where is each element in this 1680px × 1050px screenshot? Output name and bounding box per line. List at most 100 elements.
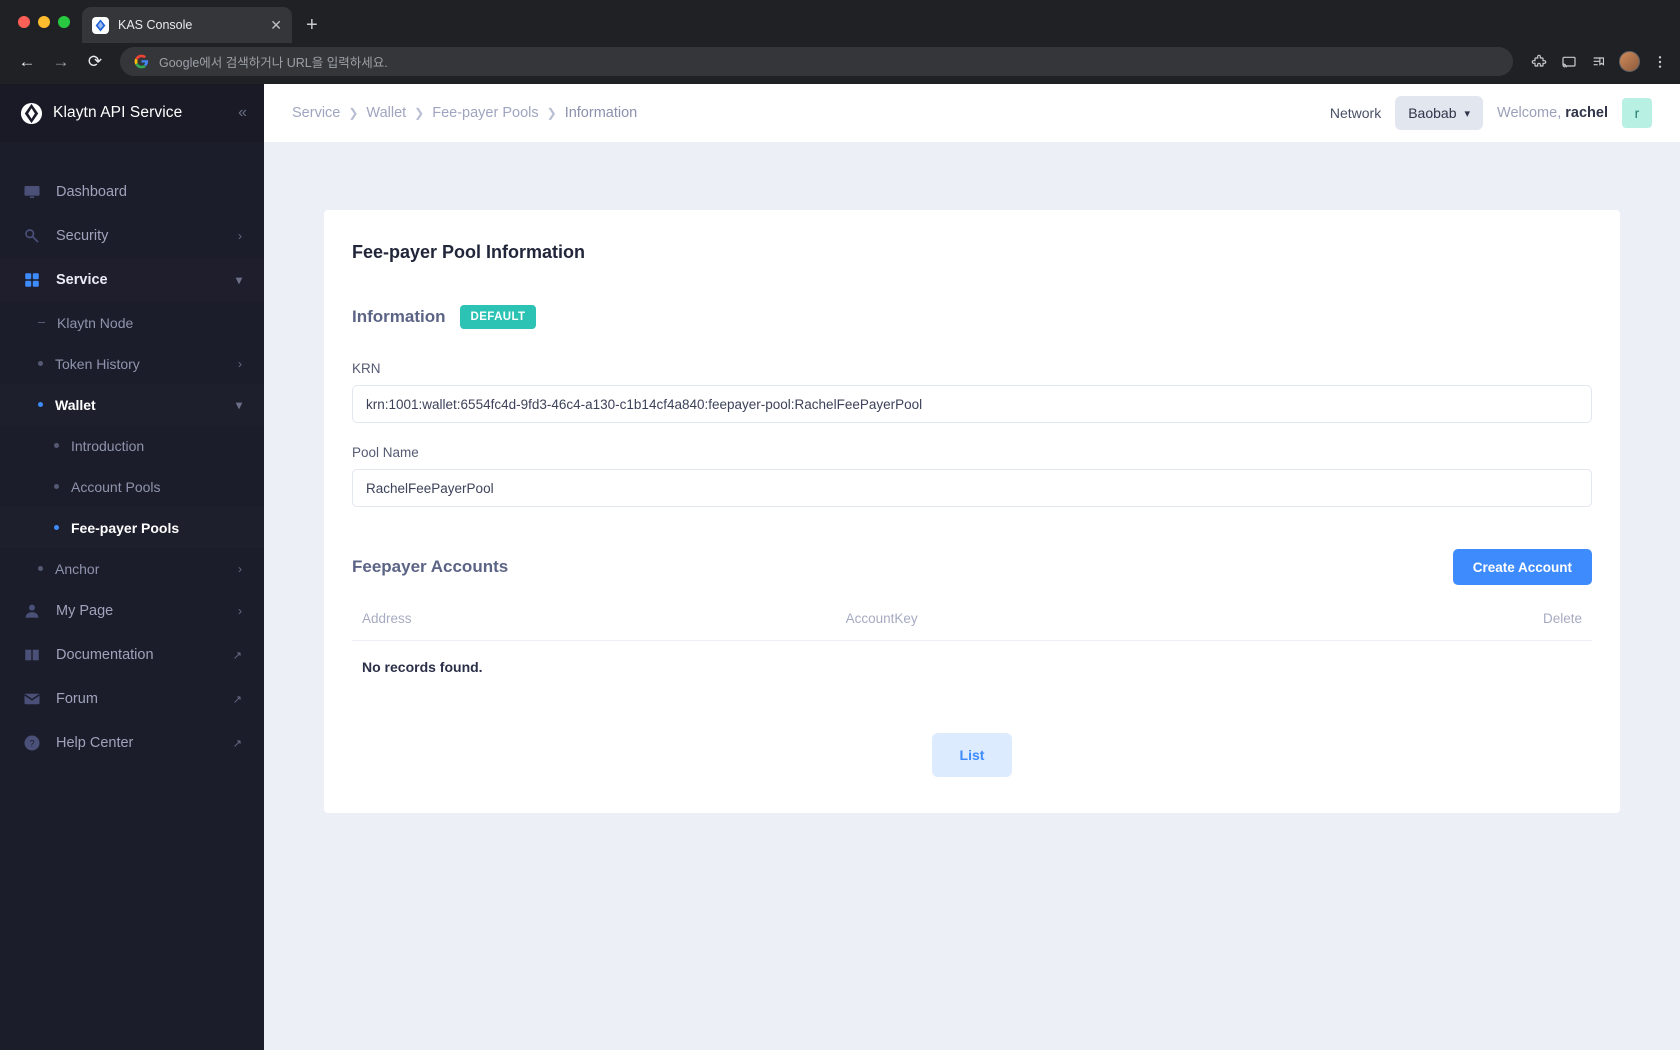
- profile-avatar-icon[interactable]: [1619, 51, 1640, 72]
- content-area: Fee-payer Pool Information Information D…: [264, 142, 1680, 1038]
- brand-header: Klaytn API Service «: [0, 84, 264, 142]
- list-button[interactable]: List: [932, 733, 1012, 777]
- footer: Copyright © 2020 Ground 1. All rights re…: [264, 1038, 1680, 1050]
- sidebar-item-documentation[interactable]: Documentation ↗: [0, 633, 264, 677]
- sidebar-item-label: Fee-payer Pools: [71, 519, 180, 536]
- feepayer-accounts-table: Address AccountKey Delete No records fou…: [352, 605, 1592, 693]
- chevron-right-icon: ›: [238, 356, 242, 371]
- pool-name-input[interactable]: [352, 469, 1592, 507]
- sidebar-item-label: Help Center: [56, 735, 134, 751]
- external-link-icon: ↗: [232, 693, 242, 706]
- sidebar-item-help-center[interactable]: ? Help Center ↗: [0, 721, 264, 765]
- fee-payer-pool-card: Fee-payer Pool Information Information D…: [324, 210, 1620, 813]
- table-header-row: Address AccountKey Delete: [352, 605, 1592, 641]
- create-account-button[interactable]: Create Account: [1452, 549, 1592, 585]
- top-bar-right: Network Baobab ▾ Welcome, rachel r: [1330, 96, 1652, 130]
- chevron-down-icon: ▾: [1464, 107, 1471, 120]
- sidebar-item-service[interactable]: Service ▾: [0, 258, 264, 302]
- sidebar-item-label: Service: [56, 272, 108, 288]
- network-value: Baobab: [1408, 105, 1457, 121]
- main-area: Service ❯ Wallet ❯ Fee-payer Pools ❯ Inf…: [264, 84, 1680, 1050]
- maximize-window-button[interactable]: [58, 15, 70, 28]
- browser-chrome: KAS Console ✕ + ← → ⟳ Google에서 검색하거나 URL…: [0, 0, 1680, 84]
- sidebar-item-label: Token History: [55, 355, 140, 372]
- book-icon: [22, 645, 42, 665]
- sidebar-item-dashboard[interactable]: Dashboard: [0, 170, 264, 214]
- feepayer-accounts-header: Feepayer Accounts Create Account: [352, 549, 1592, 585]
- tab-strip: KAS Console ✕ +: [0, 0, 1680, 43]
- avatar[interactable]: r: [1622, 98, 1652, 128]
- dot-bullet-icon: [38, 402, 43, 407]
- sidebar-item-security[interactable]: Security ›: [0, 214, 264, 258]
- sidebar-item-label: Documentation: [56, 647, 154, 663]
- top-bar: Service ❯ Wallet ❯ Fee-payer Pools ❯ Inf…: [264, 84, 1680, 142]
- welcome-username: rachel: [1565, 105, 1608, 121]
- network-selector[interactable]: Baobab ▾: [1395, 96, 1484, 130]
- chevron-right-icon: ❯: [414, 106, 425, 120]
- dot-bullet-icon: [38, 361, 43, 366]
- sidebar-item-label: Dashboard: [56, 184, 127, 200]
- table-row: No records found.: [352, 641, 1592, 694]
- sidebar-item-introduction[interactable]: Introduction: [0, 425, 264, 466]
- dash-bullet-icon: [38, 321, 45, 324]
- sidebar-item-wallet[interactable]: Wallet ▾: [0, 384, 264, 425]
- breadcrumb-item-wallet[interactable]: Wallet: [366, 105, 406, 121]
- column-header-accountkey: AccountKey: [835, 605, 1431, 641]
- dot-bullet-icon: [54, 443, 59, 448]
- browser-tab[interactable]: KAS Console ✕: [82, 7, 292, 43]
- back-arrow-icon[interactable]: ←: [12, 47, 42, 77]
- google-icon: [134, 54, 149, 69]
- column-header-delete: Delete: [1430, 605, 1592, 641]
- section-title: Information: [352, 307, 446, 326]
- forward-arrow-icon[interactable]: →: [46, 47, 76, 77]
- sidebar-item-fee-payer-pools[interactable]: Fee-payer Pools: [0, 507, 264, 548]
- sidebar: Klaytn API Service « Dashboard Security …: [0, 84, 264, 1050]
- user-icon: [22, 601, 42, 621]
- reading-list-icon[interactable]: [1589, 52, 1609, 72]
- sidebar-item-anchor[interactable]: Anchor ›: [0, 548, 264, 589]
- chevron-right-icon: ›: [238, 561, 242, 576]
- sidebar-nav: Dashboard Security › Service ▾ Klaytn No…: [0, 142, 264, 1050]
- breadcrumb-item-service[interactable]: Service: [292, 105, 340, 121]
- close-window-button[interactable]: [18, 15, 30, 28]
- breadcrumb: Service ❯ Wallet ❯ Fee-payer Pools ❯ Inf…: [292, 105, 637, 121]
- search-input[interactable]: Google에서 검색하거나 URL을 입력하세요.: [120, 47, 1513, 76]
- list-button-wrapper: List: [352, 733, 1592, 777]
- sidebar-item-my-page[interactable]: My Page ›: [0, 589, 264, 633]
- breadcrumb-item-fee-payer-pools[interactable]: Fee-payer Pools: [432, 105, 538, 121]
- klaytn-logo-icon: [20, 102, 43, 125]
- cast-icon[interactable]: [1559, 52, 1579, 72]
- brand-name: Klaytn API Service: [53, 104, 183, 121]
- double-chevron-left-icon[interactable]: «: [238, 104, 247, 122]
- new-tab-icon[interactable]: +: [306, 15, 318, 35]
- three-dot-menu-icon[interactable]: [1650, 52, 1670, 72]
- column-header-address: Address: [352, 605, 836, 641]
- chevron-down-icon: ▾: [235, 397, 242, 412]
- sidebar-item-klaytn-node[interactable]: Klaytn Node: [0, 302, 264, 343]
- chevron-down-icon: ▾: [235, 273, 242, 287]
- network-label: Network: [1329, 105, 1382, 121]
- app-shell: Klaytn API Service « Dashboard Security …: [0, 84, 1680, 1050]
- dot-bullet-icon: [54, 525, 59, 530]
- pool-name-field-group: Pool Name: [352, 445, 1592, 507]
- omnibox-actions: [1523, 51, 1670, 72]
- breadcrumb-item-information: Information: [564, 105, 638, 121]
- sidebar-item-label: Security: [56, 228, 109, 244]
- reload-icon[interactable]: ⟳: [80, 47, 110, 77]
- minimize-window-button[interactable]: [38, 15, 50, 28]
- sidebar-item-forum[interactable]: Forum ↗: [0, 677, 264, 721]
- empty-state-message: No records found.: [362, 659, 483, 675]
- extensions-puzzle-icon[interactable]: [1529, 52, 1549, 72]
- external-link-icon: ↗: [232, 649, 242, 662]
- dashboard-icon: [22, 182, 42, 202]
- close-icon[interactable]: ✕: [270, 18, 282, 32]
- krn-input[interactable]: [352, 385, 1592, 423]
- page-title: Fee-payer Pool Information: [352, 242, 586, 262]
- sidebar-item-label: Klaytn Node: [57, 314, 134, 331]
- welcome-prefix: Welcome,: [1497, 105, 1566, 121]
- sidebar-item-token-history[interactable]: Token History ›: [0, 343, 264, 384]
- sidebar-item-label: My Page: [56, 603, 114, 619]
- sidebar-item-account-pools[interactable]: Account Pools: [0, 466, 264, 507]
- sidebar-item-label: Wallet: [55, 396, 96, 413]
- tab-title: KAS Console: [118, 18, 193, 32]
